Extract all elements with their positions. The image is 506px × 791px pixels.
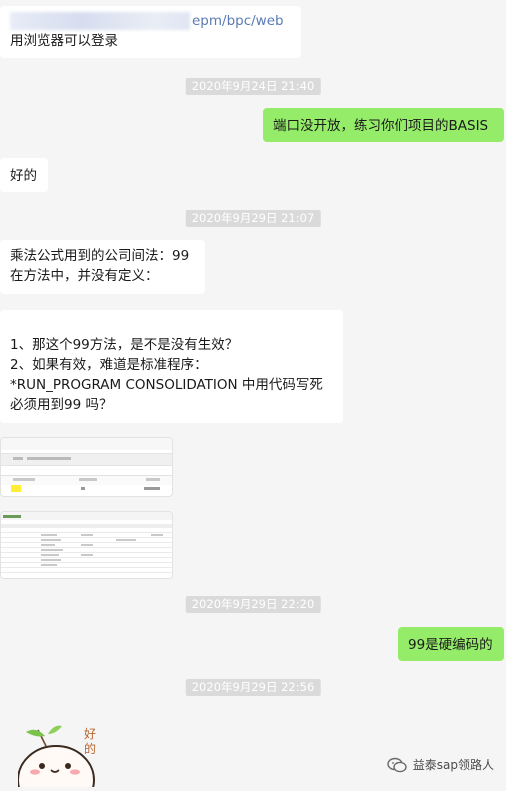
wechat-icon [387,757,407,772]
timestamp-2: 2020年9月29日 21:07 [185,210,321,227]
message-bubble-2[interactable]: 端口没开放，练习你们项目的BASIS [263,108,504,142]
watermark-text: 益泰sap领路人 [412,758,494,772]
image-thumbnail-1[interactable] [0,437,173,497]
sticker-text-2: 的 [84,741,96,756]
message-line: 2、如果有效，难道是标准程序： [10,357,208,373]
message-text: 用浏览器可以登录 [10,33,118,49]
timestamp-1: 2020年9月24日 21:40 [185,78,321,95]
cute-blob-sticker-icon: 好 的 [17,725,96,791]
message-bubble-6[interactable]: 99是硬编码的 [398,627,504,661]
image-thumbnail-2[interactable] [0,511,173,579]
message-bubble-5[interactable]: 1、那这个99方法，是不是没有生效？ 2、如果有效，难道是标准程序： *RUN_… [0,310,343,423]
message-line: 乘法公式用到的公司间法：99 [10,248,190,264]
sticker-text-1: 好 [84,727,96,741]
message-bubble-1[interactable]: epm/bpc/web 用浏览器可以登录 [0,6,301,58]
message-bubble-3[interactable]: 好的 [0,158,48,192]
message-line: 在方法中，并没有定义： [10,268,159,284]
redacted-url-part [10,12,190,30]
watermark: 益泰sap领路人 [387,756,494,773]
timestamp-3: 2020年9月29日 22:20 [185,596,321,613]
message-line: 1、那这个99方法，是不是没有生效？ [10,337,239,353]
sticker-image[interactable]: 好 的 [17,718,103,791]
message-bubble-4[interactable]: 乘法公式用到的公司间法：99 在方法中，并没有定义： [0,240,205,294]
message-line: *RUN_PROGRAM CONSOLIDATION 中用代码写死 [10,377,323,393]
timestamp-4: 2020年9月29日 22:56 [185,679,321,696]
message-line: 必须用到99 吗？ [10,397,113,413]
message-url[interactable]: epm/bpc/web [192,13,284,29]
